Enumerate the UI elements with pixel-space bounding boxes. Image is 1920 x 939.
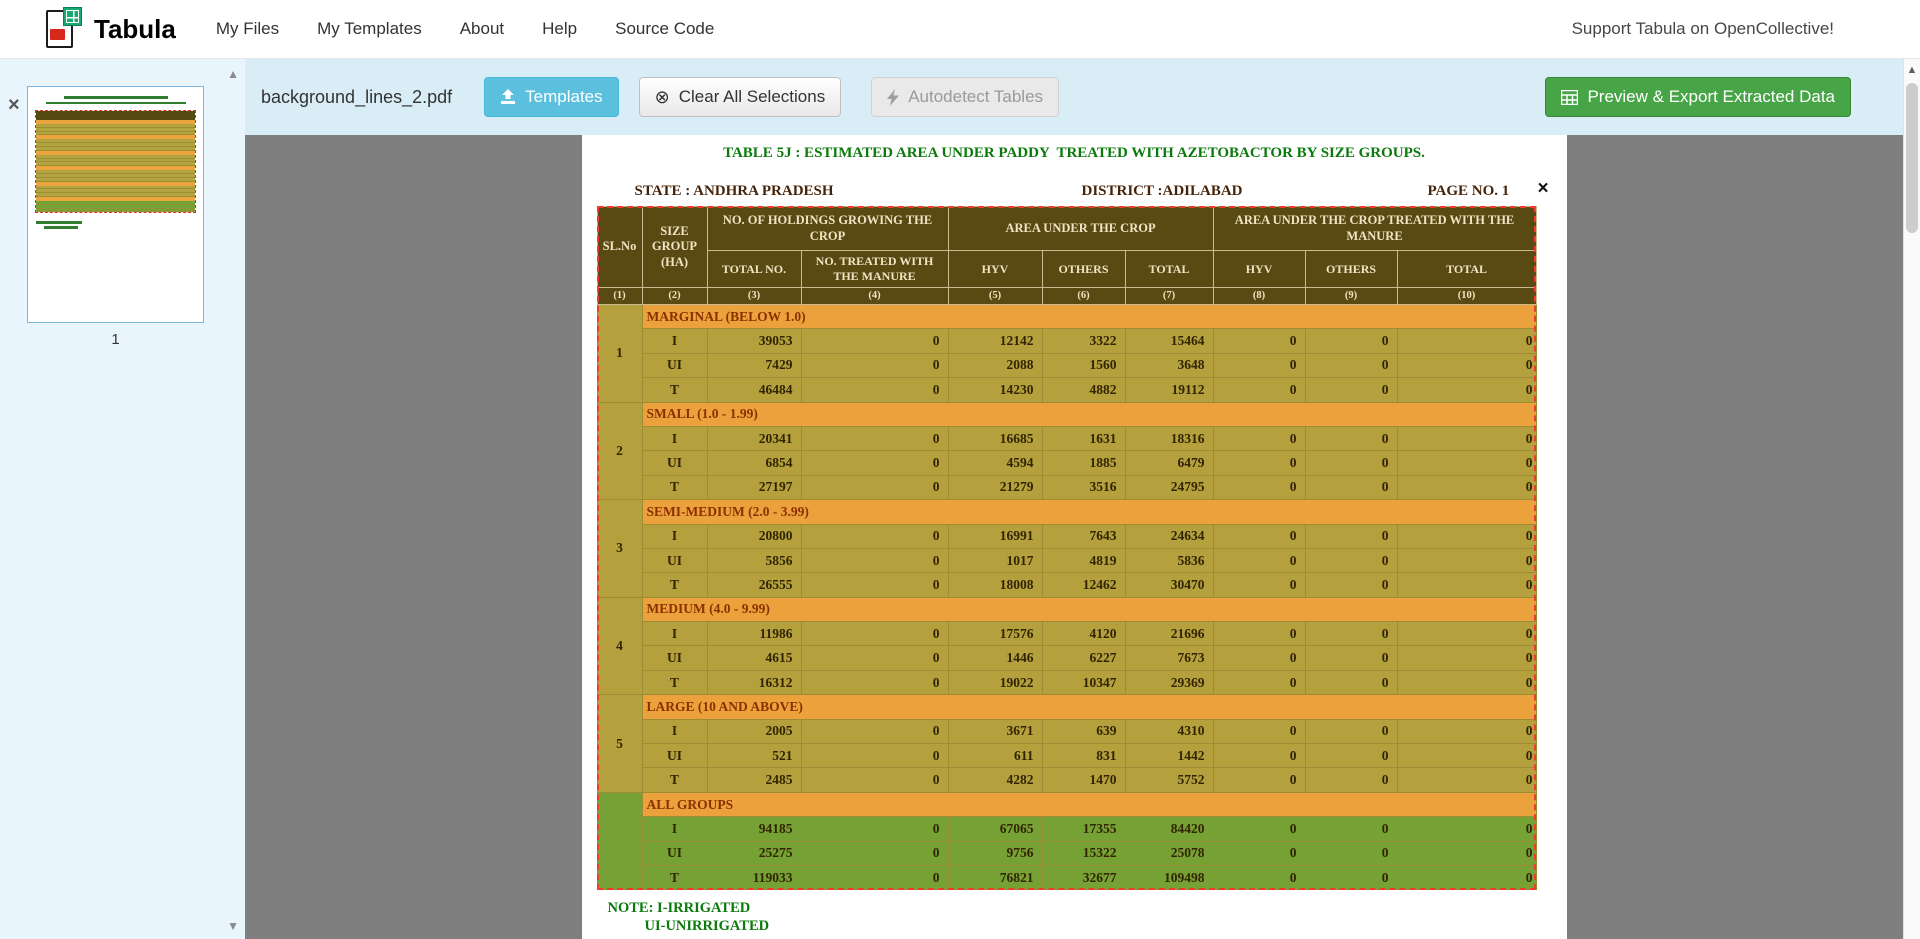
district-label: DISTRICT :ADILABAD xyxy=(1082,183,1243,200)
thumbnail-note-line xyxy=(36,221,82,224)
state-label: STATE : ANDHRA PRADESH xyxy=(635,183,834,200)
table-area: SL.No SIZE GROUP (HA) NO. OF HOLDINGS GR… xyxy=(597,206,1536,890)
sidebar-scroll-up-icon[interactable]: ▲ xyxy=(227,67,239,81)
table-icon xyxy=(1561,90,1578,105)
circle-x-icon: ⊗ xyxy=(655,88,670,106)
page-thumbnail[interactable] xyxy=(27,86,204,323)
document-notes: NOTE: I-IRRIGATED UI-UNIRRIGATED xyxy=(608,899,770,935)
page-no-label: PAGE NO. 1 xyxy=(1428,183,1510,200)
scrollbar-thumb[interactable] xyxy=(1906,83,1918,233)
autodetect-tables-button[interactable]: Autodetect Tables xyxy=(871,77,1059,117)
lightning-icon xyxy=(887,89,899,106)
note-line: NOTE: I-IRRIGATED xyxy=(608,899,770,917)
remove-page-button[interactable]: × xyxy=(8,95,20,115)
thumbnail-title-line xyxy=(46,102,186,104)
toolbar: background_lines_2.pdf Templates ⊗ Clear… xyxy=(245,59,1903,135)
thumbnail-table xyxy=(35,110,196,213)
main-panel: background_lines_2.pdf Templates ⊗ Clear… xyxy=(245,59,1903,939)
nav-my-files[interactable]: My Files xyxy=(216,19,279,39)
nav-help[interactable]: Help xyxy=(542,19,577,39)
pdf-canvas: TABLE 5J : ESTIMATED AREA UNDER PADDY TR… xyxy=(245,135,1903,939)
brand-home-link[interactable]: Tabula xyxy=(44,7,176,51)
scrollbar-up-icon[interactable]: ▲ xyxy=(1904,64,1920,76)
preview-export-button[interactable]: Preview & Export Extracted Data xyxy=(1545,77,1851,117)
nav-my-templates[interactable]: My Templates xyxy=(317,19,422,39)
filename-label: background_lines_2.pdf xyxy=(261,87,452,108)
thumbnail-row xyxy=(36,209,195,213)
brand-name: Tabula xyxy=(94,14,176,45)
nav-about[interactable]: About xyxy=(460,19,504,39)
clear-selections-button[interactable]: ⊗ Clear All Selections xyxy=(639,77,842,117)
navbar: Tabula My Files My Templates About Help … xyxy=(0,0,1920,59)
thumbnail-title-line xyxy=(64,96,168,99)
sidebar-scroll-down-icon[interactable]: ▼ xyxy=(227,919,239,933)
support-link[interactable]: Support Tabula on OpenCollective! xyxy=(1572,19,1834,39)
selection-box[interactable] xyxy=(597,206,1536,890)
pdf-page: TABLE 5J : ESTIMATED AREA UNDER PADDY TR… xyxy=(582,135,1567,939)
thumbnail-table-rows xyxy=(36,120,195,212)
nav-links: My Files My Templates About Help Source … xyxy=(216,19,714,39)
window-scrollbar[interactable]: ▲ xyxy=(1903,59,1920,939)
nav-source-code[interactable]: Source Code xyxy=(615,19,714,39)
document-title: TABLE 5J : ESTIMATED AREA UNDER PADDY TR… xyxy=(582,145,1567,162)
thumbnail-page-number: 1 xyxy=(27,331,204,348)
thumbnail-table-header xyxy=(36,111,195,120)
remove-selection-button[interactable]: × xyxy=(1538,179,1549,198)
note-line: UI-UNIRRIGATED xyxy=(645,917,770,935)
thumbnail-note-line xyxy=(44,226,78,229)
templates-icon xyxy=(500,89,516,105)
document-meta: STATE : ANDHRA PRADESH DISTRICT :ADILABA… xyxy=(582,183,1567,203)
templates-button[interactable]: Templates xyxy=(484,77,618,117)
page-sidebar: ▲ × 1 ▼ xyxy=(0,59,245,939)
tabula-logo-icon xyxy=(44,7,82,51)
